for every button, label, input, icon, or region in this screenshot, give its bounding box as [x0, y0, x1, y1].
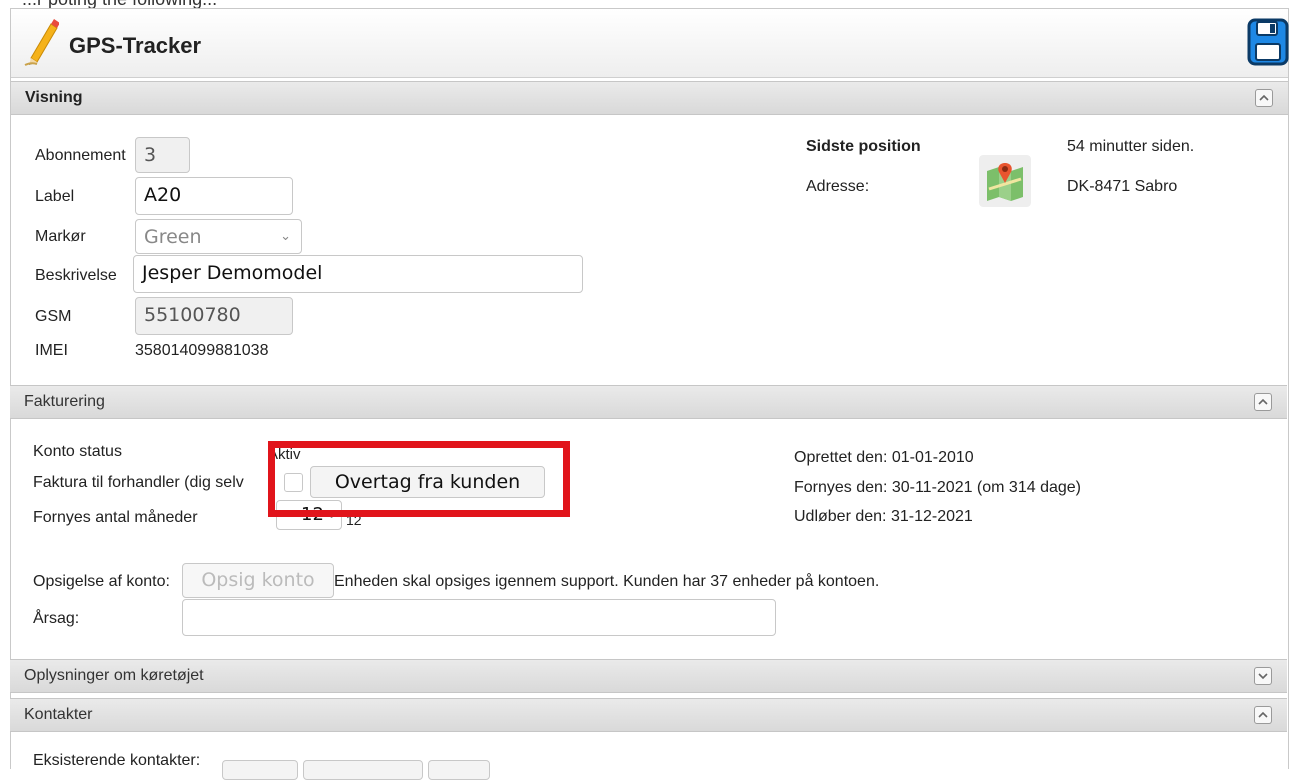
- sidste-position-value: 54 minutter siden.: [1067, 138, 1195, 155]
- collapse-up-icon[interactable]: [1255, 89, 1273, 107]
- adresse-value: DK-8471 Sabro: [1067, 178, 1178, 195]
- fornyes-text: Fornyes den: 30-11-2021 (om 314 dage): [794, 479, 1081, 496]
- opsigelse-label: Opsigelse af konto:: [33, 573, 170, 590]
- imei-label: IMEI: [35, 342, 68, 359]
- panel-title-kontakter: Kontakter: [24, 706, 93, 723]
- sidste-position-label: Sidste position: [806, 138, 921, 155]
- panel-header-fakturering[interactable]: Fakturering: [10, 385, 1287, 419]
- map-icon[interactable]: [979, 155, 1031, 207]
- abonnement-label: Abonnement: [35, 147, 126, 164]
- highlight-box: [268, 441, 570, 517]
- oprettet-text: Oprettet den: 01-01-2010: [794, 449, 974, 466]
- markor-label: Markør: [35, 228, 86, 245]
- aarsag-label: Årsag:: [33, 610, 80, 627]
- udlober-text: Udløber den: 31-12-2021: [794, 508, 973, 525]
- app-title: GPS-Tracker: [69, 33, 202, 58]
- pencil-icon: [24, 19, 59, 66]
- eksisterende-kontakter-label: Eksisterende kontakter:: [33, 752, 201, 769]
- kontakt-button-2[interactable]: [303, 760, 423, 780]
- panel-header-kontakter[interactable]: Kontakter: [10, 698, 1287, 732]
- gsm-field: 55100780: [135, 297, 293, 335]
- faktura-label: Faktura til forhandler (dig selv: [33, 474, 244, 491]
- abonnement-field: 3: [135, 137, 190, 173]
- collapse-up-icon[interactable]: [1254, 706, 1272, 724]
- markor-select-value: Green: [144, 226, 202, 248]
- chevron-down-icon: ⌄: [280, 229, 291, 244]
- beskrivelse-label: Beskrivelse: [35, 267, 117, 284]
- gsm-label: GSM: [35, 308, 72, 325]
- opsig-konto-button[interactable]: Opsig konto: [182, 563, 334, 598]
- fornyes-antal-label: Fornyes antal måneder: [33, 509, 198, 526]
- adresse-label: Adresse:: [806, 178, 870, 195]
- markor-select[interactable]: Green ⌄: [135, 219, 302, 254]
- save-disk-icon[interactable]: [1247, 17, 1289, 67]
- panel-title-fakturering: Fakturering: [24, 393, 105, 410]
- collapse-up-icon[interactable]: [1254, 393, 1272, 411]
- imei-value: 358014099881038: [135, 342, 269, 359]
- expand-down-icon[interactable]: [1254, 667, 1272, 685]
- panel-header-visning[interactable]: Visning: [11, 81, 1288, 115]
- aarsag-field[interactable]: [182, 599, 776, 636]
- panel-title-visning: Visning: [25, 89, 83, 106]
- partial-top-text: ...r poting the following...: [0, 0, 1290, 8]
- beskrivelse-field[interactable]: Jesper Demomodel: [133, 255, 583, 293]
- label-label: Label: [35, 188, 75, 205]
- panel-header-oplysninger[interactable]: Oplysninger om køretøjet: [10, 659, 1287, 693]
- konto-status-label: Konto status: [33, 443, 122, 460]
- kontakt-button-3[interactable]: [428, 760, 490, 780]
- panel-title-oplysninger: Oplysninger om køretøjet: [24, 667, 204, 684]
- app-header: GPS-Tracker: [11, 9, 1289, 78]
- opsigelse-note: Enheden skal opsiges igennem support. Ku…: [334, 573, 880, 590]
- label-field[interactable]: A20: [135, 177, 293, 215]
- kontakt-button-1[interactable]: [222, 760, 298, 780]
